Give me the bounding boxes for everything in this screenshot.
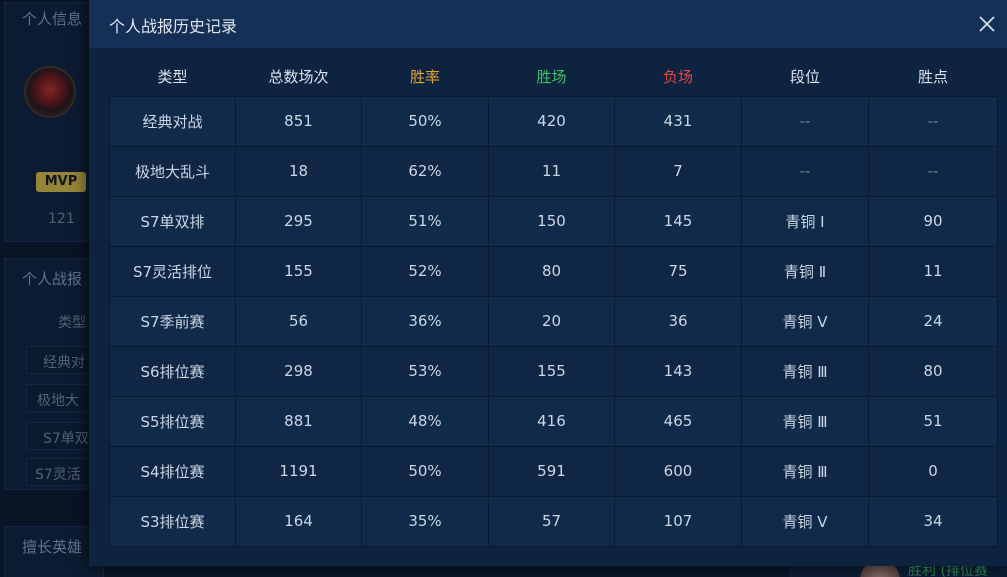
cell-total: 164 (235, 495, 362, 547)
cell-losses: 36 (614, 295, 742, 347)
cell-losses: 145 (614, 195, 742, 247)
cell-losses: 75 (614, 245, 742, 297)
table-row: S4排位赛 1191 50% 591 600 青铜 Ⅲ0 (109, 445, 998, 497)
cell-wins: 80 (488, 245, 615, 297)
table-body: 经典对战 851 50% 420 431 -- -- 极地大乱斗 18 62% 11 7 -- -- S7单… (109, 95, 998, 547)
table-row: S6排位赛 298 53% 155 143 青铜 Ⅲ 80 (109, 345, 998, 397)
stats-table: 类型 总数场次 胜率 胜场 负场 段位 胜点 经典对战 851 50% 420 431-… (109, 58, 998, 547)
table-row: S7单双排 295 51% 150 145 青铜 Ⅰ 90 (109, 195, 998, 247)
cell-winrate: 36% (361, 295, 489, 347)
cell-type: S4排位赛 (109, 445, 236, 497)
cell-winrate: 52% (361, 245, 489, 297)
cell-winrate: 50% (361, 445, 489, 497)
cell-losses: 143 (614, 345, 742, 397)
cell-losses: 465 (614, 395, 742, 447)
table-header-row: 类型 总数场次 胜率 胜场 负场 段位 胜点 (110, 58, 998, 96)
cell-total: 851 (235, 95, 362, 147)
cell-wins: 420 (488, 95, 615, 147)
column-header-wins: 胜场 (536, 68, 567, 87)
cell-type: S7灵活排位 (109, 245, 236, 297)
cell-lp: 24 (868, 295, 998, 347)
cell-losses: 7 (614, 145, 742, 197)
cell-type: S7单双排 (109, 195, 236, 247)
cell-type: S6排位赛 (109, 345, 236, 397)
cell-lp: -- (868, 95, 998, 147)
cell-rank: 青铜 Ⅴ (741, 495, 869, 547)
cell-type: S7季前赛 (109, 295, 236, 347)
cell-rank: 青铜 Ⅱ (741, 245, 869, 297)
table-row: S7季前赛 56 36% 20 36 青铜 Ⅴ 24 (109, 295, 998, 347)
table-row: 极地大乱斗 18 62% 11 7 -- -- (109, 145, 998, 197)
column-header-total: 总数场次 (268, 68, 329, 87)
close-button[interactable] (975, 12, 999, 36)
column-header-rank: 段位 (789, 68, 820, 87)
cell-lp: -- (868, 145, 998, 197)
cell-type: S3排位赛 (109, 495, 236, 547)
column-header-type: 类型 (157, 68, 188, 87)
modal-title: 个人战报历史记录 (109, 17, 238, 36)
cell-wins: 57 (488, 495, 615, 547)
table-row: S7灵活排位 155 52% 80 75 青铜 Ⅱ 11 (109, 245, 998, 297)
cell-lp: 11 (868, 245, 998, 297)
table-row: S3排位赛 164 35% 57 107 青铜 Ⅴ 34 (109, 495, 998, 547)
cell-rank: 青铜 Ⅲ (741, 395, 869, 447)
cell-wins: 150 (488, 195, 615, 247)
modal-header: 个人战报历史记录 (89, 0, 1007, 48)
cell-rank: 青铜 Ⅲ (741, 445, 869, 497)
cell-type: 极地大乱斗 (109, 145, 236, 197)
cell-total: 881 (235, 395, 362, 447)
cell-total: 1191 (235, 445, 362, 497)
cell-rank: 青铜 Ⅴ (741, 295, 869, 347)
cell-rank: 青铜 Ⅰ (741, 195, 869, 247)
cell-rank: -- (741, 145, 869, 197)
cell-lp: 34 (868, 495, 998, 547)
cell-total: 18 (235, 145, 362, 197)
cell-winrate: 51% (361, 195, 489, 247)
cell-wins: 591 (488, 445, 615, 497)
column-header-winrate: 胜率 (409, 68, 440, 87)
cell-total: 295 (235, 195, 362, 247)
history-modal: 个人战报历史记录 类型 总数场次 胜率 胜场 负场 段位 胜点 经典对战 851 5… (89, 0, 1007, 566)
column-header-lp: 胜点 (917, 68, 948, 87)
cell-losses: 431 (614, 95, 742, 147)
table-row: S5排位赛 881 48% 416 465 青铜 Ⅲ 51 (109, 395, 998, 447)
cell-total: 155 (235, 245, 362, 297)
cell-winrate: 35% (361, 495, 489, 547)
cell-rank: -- (741, 95, 869, 147)
cell-rank: 青铜 Ⅲ (741, 345, 869, 397)
cell-lp: 90 (868, 195, 998, 247)
cell-wins: 416 (488, 395, 615, 447)
cell-type: 经典对战 (109, 95, 236, 147)
close-icon (979, 16, 995, 32)
cell-winrate: 62% (361, 145, 489, 197)
cell-wins: 11 (488, 145, 615, 197)
cell-wins: 155 (488, 345, 615, 397)
cell-losses: 600 (614, 445, 742, 497)
cell-winrate: 50% (361, 95, 489, 147)
cell-total: 298 (235, 345, 362, 397)
cell-type: S5排位赛 (109, 395, 236, 447)
column-header-losses: 负场 (662, 68, 693, 87)
cell-total: 56 (235, 295, 362, 347)
cell-winrate: 48% (361, 395, 489, 447)
cell-winrate: 53% (361, 345, 489, 397)
cell-losses: 107 (614, 495, 742, 547)
cell-lp: 0 (868, 445, 998, 497)
table-row: 经典对战 851 50% 420 431 -- -- (109, 95, 998, 147)
cell-lp: 51 (868, 395, 998, 447)
cell-lp: 80 (868, 345, 998, 397)
cell-wins: 20 (488, 295, 615, 347)
